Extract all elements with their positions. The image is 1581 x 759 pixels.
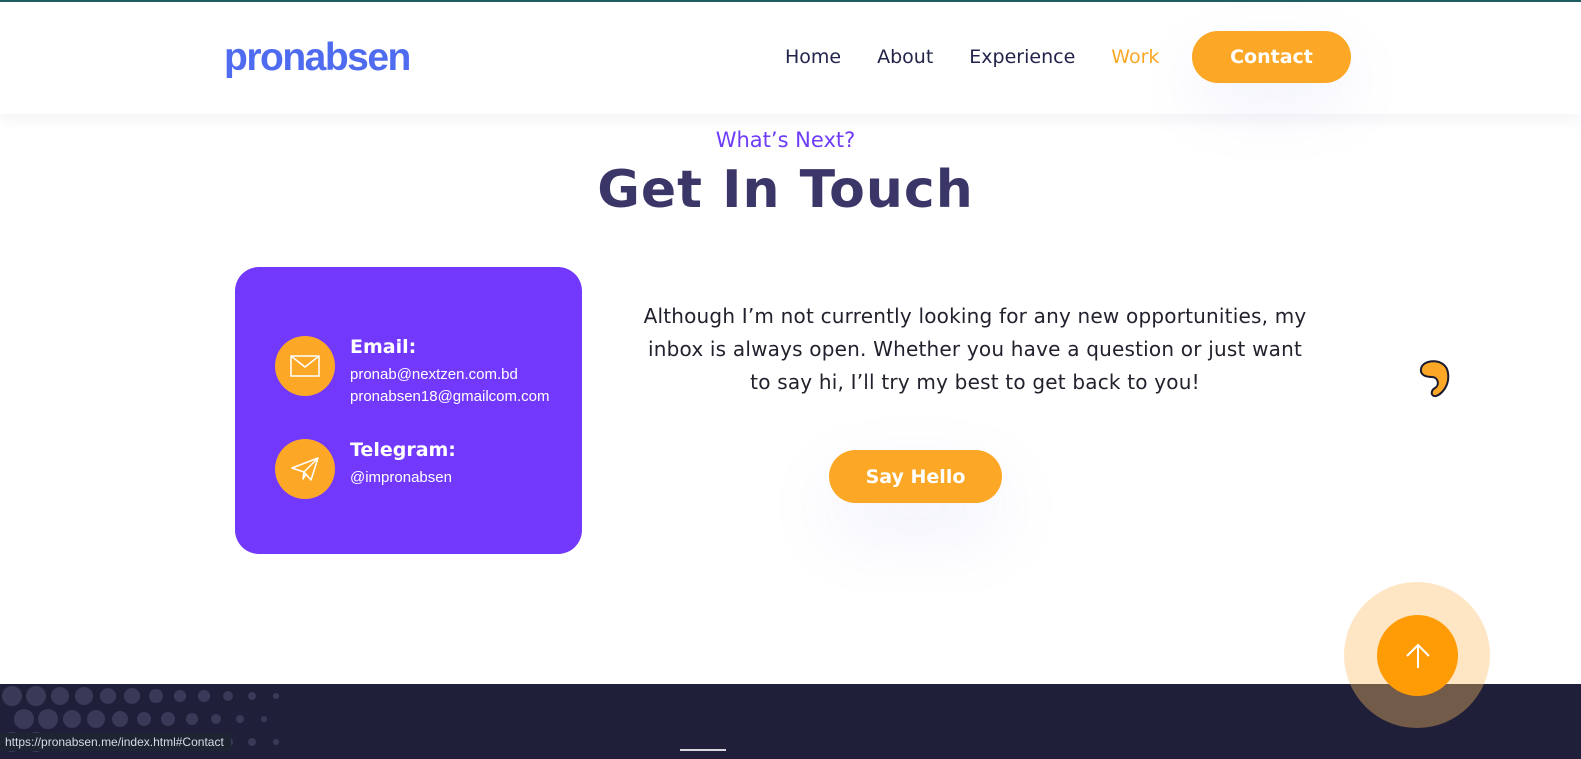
browser-status-url: https://pronabsen.me/index.html#Contact xyxy=(0,733,231,751)
contact-card: Email: pronab@nextzen.com.bd pronabsen18… xyxy=(235,267,582,554)
telegram-handle[interactable]: @impronabsen xyxy=(350,469,452,486)
section-eyebrow: What’s Next? xyxy=(715,128,856,152)
site-footer xyxy=(0,684,1581,759)
site-header: pronabsen Home About Experience Work Con… xyxy=(0,2,1581,114)
nav-item-about[interactable]: About xyxy=(877,46,933,68)
say-hello-button[interactable]: Say Hello xyxy=(829,450,1002,503)
site-logo[interactable]: pronabsen xyxy=(224,36,411,80)
scroll-to-top-button[interactable] xyxy=(1377,615,1458,696)
email-primary[interactable]: pronab@nextzen.com.bd xyxy=(350,366,518,383)
section-title: Get In Touch xyxy=(597,160,974,220)
swirl-icon xyxy=(1416,357,1454,403)
nav-item-work[interactable]: Work xyxy=(1111,46,1159,68)
telegram-label: Telegram: xyxy=(350,439,456,461)
footer-divider xyxy=(680,749,726,751)
envelope-icon xyxy=(275,336,335,396)
contact-button[interactable]: Contact xyxy=(1192,31,1351,83)
email-secondary[interactable]: pronabsen18@gmailcom.com xyxy=(350,388,550,405)
nav-item-experience[interactable]: Experience xyxy=(969,46,1075,68)
paper-plane-icon xyxy=(275,439,335,499)
contact-paragraph: Although I’m not currently looking for a… xyxy=(643,304,1307,394)
arrow-up-icon xyxy=(1405,643,1430,668)
main-nav: Home About Experience Work xyxy=(785,46,1159,68)
nav-item-home[interactable]: Home xyxy=(785,46,841,68)
email-label: Email: xyxy=(350,336,417,358)
